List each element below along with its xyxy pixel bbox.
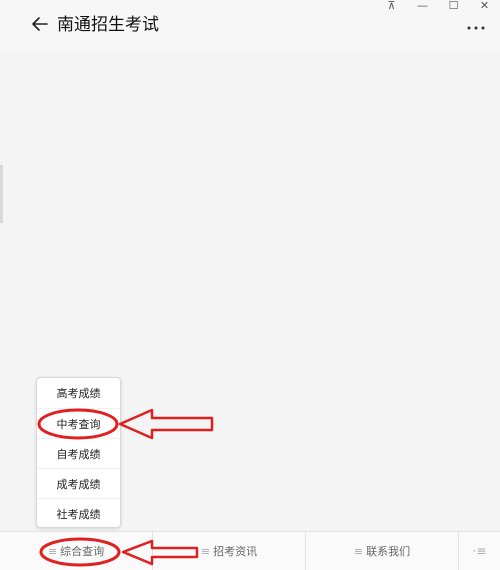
menu-lines-icon: ≡ <box>47 544 58 558</box>
more-options-icon[interactable] <box>466 18 486 36</box>
window-controls: ⊼ — ☐ ✕ <box>376 0 500 14</box>
bottom-menu-bar: ≡ 综合查询 ≡ 招考资讯 ≡ 联系我们 ⋅≡ <box>0 531 500 570</box>
back-arrow-icon[interactable] <box>30 14 50 34</box>
menu-item-zikao-score[interactable]: 自考成绩 <box>37 438 120 468</box>
tab-label: 联系我们 <box>366 545 411 558</box>
menu-item-shekao-score[interactable]: 社考成绩 <box>37 498 120 528</box>
maximize-button[interactable]: ☐ <box>438 0 469 14</box>
pin-window-button[interactable]: ⊼ <box>376 0 407 14</box>
menu-lines-icon: ≡ <box>353 544 364 558</box>
minimize-button[interactable]: — <box>407 0 438 14</box>
tab-label: 招考资讯 <box>213 545 258 558</box>
page-title: 南通招生考试 <box>57 15 159 35</box>
left-scroll-handle[interactable] <box>0 165 3 223</box>
menu-item-chengkao-score[interactable]: 成考成绩 <box>37 468 120 498</box>
tab-contact-us[interactable]: ≡ 联系我们 <box>306 532 459 570</box>
app-window: 南通招生考试 ⊼ — ☐ ✕ 高考成绩 中考查询 自考成绩 成考成绩 社考成绩 … <box>0 0 500 570</box>
tab-label: 综合查询 <box>60 545 105 558</box>
tab-exam-news[interactable]: ≡ 招考资讯 <box>153 532 306 570</box>
menu-lines-icon: ≡ <box>200 544 211 558</box>
close-button[interactable]: ✕ <box>469 0 500 14</box>
keyboard-toggle-icon[interactable]: ⋅≡ <box>459 532 500 570</box>
tab-comprehensive-query[interactable]: ≡ 综合查询 <box>0 532 153 570</box>
menu-item-zhongkao-query[interactable]: 中考查询 <box>37 408 120 438</box>
menu-item-gaokao-score[interactable]: 高考成绩 <box>37 378 120 408</box>
submenu-popup: 高考成绩 中考查询 自考成绩 成考成绩 社考成绩 <box>36 377 121 528</box>
